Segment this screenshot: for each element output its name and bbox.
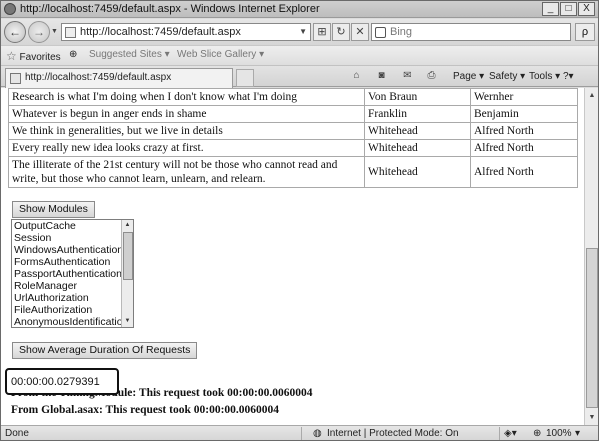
scroll-up-icon[interactable]: ▲ (586, 89, 598, 102)
first-name-cell: Alfred North (470, 139, 578, 157)
status-bar: Done ◍ Internet | Protected Mode: On ◈▾ … (1, 425, 598, 440)
address-bar[interactable]: http://localhost:7459/default.aspx ▼ (61, 23, 311, 41)
average-duration-value: 00:00:00.0279391 (11, 376, 100, 388)
table-row: Every really new idea looks crazy at fir… (8, 139, 578, 157)
list-item[interactable]: RoleManager (12, 280, 133, 292)
favorites-label: Favorites (19, 52, 61, 63)
address-input[interactable]: http://localhost:7459/default.aspx (80, 26, 241, 38)
stop-icon[interactable]: ✕ (351, 23, 369, 41)
zoom-level[interactable]: 100% (546, 428, 572, 439)
modules-listbox[interactable]: OutputCache Session WindowsAuthentication F… (11, 219, 134, 328)
listbox-scroll-up-icon[interactable]: ▲ (122, 220, 133, 231)
status-divider (499, 427, 500, 440)
address-dropdown-icon[interactable]: ▼ (299, 27, 307, 36)
maximize-button[interactable]: □ (560, 2, 577, 16)
back-button[interactable]: ← (4, 21, 26, 43)
favorites-bar: ☆ Favorites ⊕ Suggested Sites ▾ Web Slic… (1, 45, 598, 65)
list-item[interactable]: FormsAuthentication (12, 256, 133, 268)
print-icon[interactable]: ⎙ (425, 70, 438, 82)
table-row: Whatever is begun in anger ends in shame… (8, 105, 578, 123)
star-icon: ☆ (6, 49, 17, 63)
last-name-cell: Franklin (364, 105, 471, 123)
listbox-scroll-thumb[interactable] (123, 232, 133, 280)
navigation-bar: ← → ▼ http://localhost:7459/default.aspx… (1, 19, 598, 45)
tools-menu[interactable]: Tools ▾ (529, 71, 560, 82)
bing-logo-icon (375, 27, 386, 38)
first-name-cell: Alfred North (470, 122, 578, 140)
table-row: The illiterate of the 21st century will … (8, 156, 578, 188)
tab-page-icon (10, 73, 21, 84)
page-menu[interactable]: Page ▾ (453, 71, 484, 82)
tab-command-bar: http://localhost:7459/default.aspx ⌂ ◙ ✉… (1, 65, 598, 88)
status-divider (301, 427, 302, 440)
scroll-thumb[interactable] (586, 248, 598, 408)
new-tab-button[interactable] (236, 69, 254, 87)
close-button[interactable]: X (578, 2, 595, 16)
average-duration-callout: 00:00:00.0279391 (5, 368, 119, 395)
search-input[interactable]: Bing (390, 26, 412, 38)
show-average-duration-button[interactable]: Show Average Duration Of Requests (12, 342, 198, 359)
window-title: http://localhost:7459/default.aspx - Win… (20, 3, 320, 15)
first-name-cell: Benjamin (470, 105, 578, 123)
title-bar: http://localhost:7459/default.aspx - Win… (1, 1, 598, 18)
list-item[interactable]: AnonymousIdentification (12, 316, 133, 327)
listbox-scrollbar[interactable]: ▲ ▼ (121, 220, 133, 327)
browser-window: http://localhost:7459/default.aspx - Win… (0, 0, 599, 441)
page-content: Research is what I'm doing when I don't … (1, 88, 584, 425)
last-name-cell: Whitehead (364, 139, 471, 157)
history-dropdown-icon[interactable]: ▼ (51, 28, 58, 35)
forward-button[interactable]: → (28, 21, 50, 43)
zoom-dropdown-icon[interactable]: ▾ (575, 428, 580, 439)
zoom-icon[interactable]: ⊕ (533, 428, 541, 439)
list-item[interactable]: UrlAuthorization (12, 292, 133, 304)
refresh-icon[interactable]: ↻ (332, 23, 350, 41)
read-mail-icon[interactable]: ✉ (401, 70, 414, 82)
home-icon[interactable]: ⌂ (350, 70, 363, 82)
quote-cell: We think in generalities, but we live in… (8, 122, 365, 140)
add-favorite-icon[interactable]: ⊕ (69, 49, 77, 60)
help-menu[interactable]: ?▾ (563, 71, 574, 82)
first-name-cell: Alfred North (470, 156, 578, 188)
protected-mode-icon[interactable]: ◈▾ (504, 428, 517, 439)
tab-label: http://localhost:7459/default.aspx (25, 72, 172, 83)
globe-icon: ◍ (313, 428, 322, 439)
list-item[interactable]: Session (12, 232, 133, 244)
window-controls: _ □ X (542, 2, 595, 16)
page-scrollbar[interactable]: ▲ ▼ (584, 88, 598, 425)
table-row: We think in generalities, but we live in… (8, 122, 578, 140)
ie-logo-icon (4, 3, 16, 15)
last-name-cell: Whitehead (364, 156, 471, 188)
list-item[interactable]: WindowsAuthentication (12, 244, 133, 256)
quotes-table: Research is what I'm doing when I don't … (8, 88, 578, 188)
minimize-button[interactable]: _ (542, 2, 559, 16)
compatibility-view-icon[interactable]: ⊞ (313, 23, 331, 41)
list-item[interactable]: FileAuthorization (12, 304, 133, 316)
status-text: Done (5, 428, 29, 439)
list-item[interactable]: PassportAuthentication (12, 268, 133, 280)
first-name-cell: Wernher (470, 88, 578, 106)
quote-cell: Research is what I'm doing when I don't … (8, 88, 365, 106)
web-slice-gallery-button[interactable]: Web Slice Gallery ▾ (177, 49, 264, 60)
page-icon (65, 27, 76, 38)
global-asax-line: From Global.asax: This request took 00:0… (11, 404, 280, 416)
favorites-button[interactable]: ☆ Favorites (6, 49, 61, 63)
quote-cell: The illiterate of the 21st century will … (8, 156, 365, 188)
search-box[interactable]: Bing (371, 23, 571, 41)
last-name-cell: Von Braun (364, 88, 471, 106)
scroll-down-icon[interactable]: ▼ (586, 411, 598, 424)
quote-cell: Every really new idea looks crazy at fir… (8, 139, 365, 157)
search-go-button[interactable]: ρ (575, 23, 595, 41)
quote-cell: Whatever is begun in anger ends in shame (8, 105, 365, 123)
tab-current[interactable]: http://localhost:7459/default.aspx (5, 68, 233, 88)
show-modules-button[interactable]: Show Modules (12, 201, 95, 218)
suggested-sites-button[interactable]: Suggested Sites ▾ (89, 49, 170, 60)
listbox-scroll-down-icon[interactable]: ▼ (122, 316, 133, 327)
feeds-icon[interactable]: ◙ (375, 70, 388, 82)
last-name-cell: Whitehead (364, 122, 471, 140)
security-zone[interactable]: Internet | Protected Mode: On (327, 428, 459, 439)
safety-menu[interactable]: Safety ▾ (489, 71, 525, 82)
list-item[interactable]: OutputCache (12, 220, 133, 232)
table-row: Research is what I'm doing when I don't … (8, 88, 578, 106)
